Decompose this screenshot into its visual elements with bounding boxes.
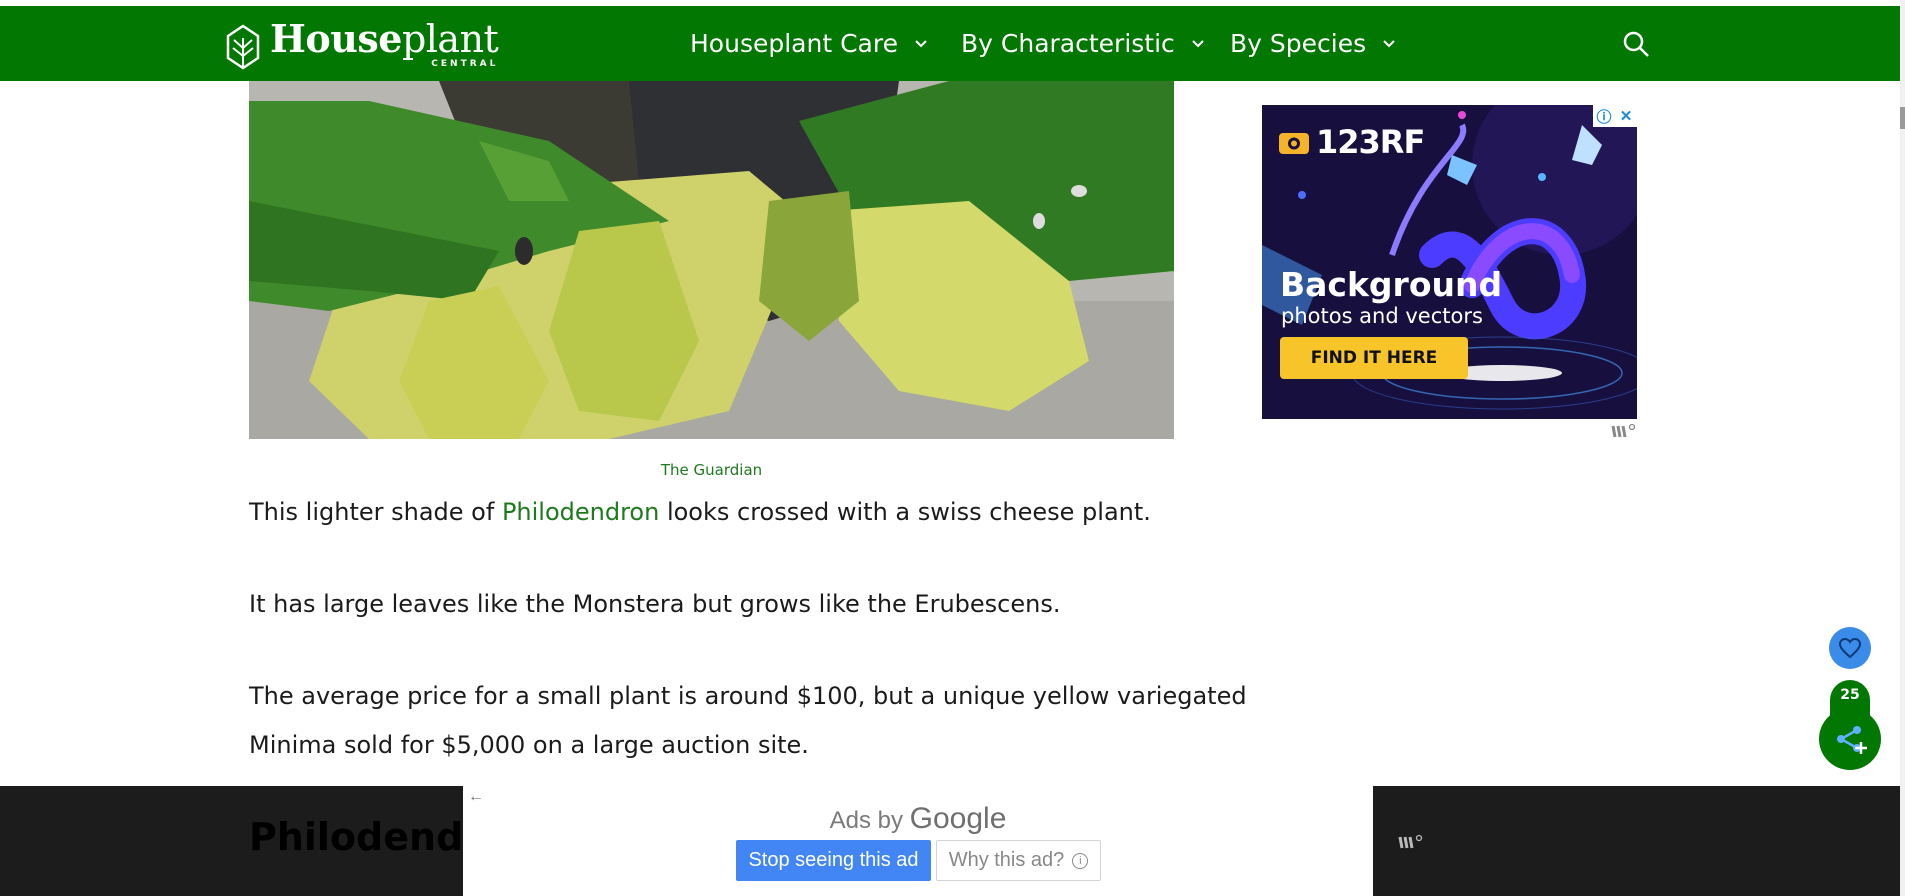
nav-by-characteristic[interactable]: By Characteristic	[961, 6, 1207, 81]
favorite-button[interactable]	[1829, 627, 1871, 669]
paragraph-text: This lighter shade of	[249, 498, 502, 526]
nav-by-species[interactable]: By Species	[1230, 6, 1398, 81]
plant-photo	[249, 81, 1174, 439]
why-this-ad-button[interactable]: Why this ad? i	[936, 840, 1101, 881]
nav-label: By Characteristic	[961, 29, 1175, 58]
ad-cta-button[interactable]: FIND IT HERE	[1280, 337, 1468, 379]
share-icon	[1837, 726, 1867, 754]
stop-seeing-ad-button[interactable]: Stop seeing this ad	[736, 840, 931, 881]
site-logo[interactable]: Houseplant CENTRAL	[224, 17, 499, 70]
logo-subtitle: CENTRAL	[431, 59, 499, 69]
ad-headline: Background	[1280, 265, 1503, 304]
article-paragraph-2: It has large leaves like the Monstera bu…	[249, 590, 1061, 618]
site-header: Houseplant CENTRAL Houseplant Care By Ch…	[0, 6, 1900, 81]
image-credit[interactable]: The Guardian	[249, 461, 1174, 479]
ad-brand-name: 123RF	[1316, 123, 1425, 161]
page-root: Houseplant CENTRAL Houseplant Care By Ch…	[0, 0, 1905, 896]
ad-controls: ⓘ ✕	[1593, 105, 1637, 127]
article-paragraph-3-line-2: Minima sold for $5,000 on a large auctio…	[249, 731, 809, 759]
ads-by-label: Ads by	[829, 807, 903, 834]
logo-text-light: plant	[401, 17, 499, 61]
info-icon[interactable]: ⓘ	[1593, 105, 1615, 127]
ad-network-icon	[1611, 423, 1636, 438]
heart-icon	[1838, 637, 1862, 659]
camera-icon	[1279, 133, 1309, 154]
ad-brand: 123RF	[1278, 123, 1425, 161]
scrollbar-thumb[interactable]	[1900, 107, 1905, 129]
google-wordmark: Google	[909, 802, 1007, 835]
article-hero-image	[249, 81, 1174, 439]
leaf-logo-icon	[226, 24, 260, 70]
scrollbar-track[interactable]	[1900, 0, 1905, 896]
why-this-ad-label: Why this ad?	[948, 849, 1065, 871]
paragraph-text: looks crossed with a swiss cheese plant.	[659, 498, 1151, 526]
ads-by-google: Ads by Google	[463, 802, 1373, 836]
search-icon[interactable]	[1622, 30, 1650, 58]
ad-subline: photos and vectors	[1281, 304, 1483, 328]
nav-houseplant-care[interactable]: Houseplant Care	[690, 6, 930, 81]
chevron-down-icon	[915, 39, 927, 47]
article-paragraph-3-line-1: The average price for a small plant is a…	[249, 682, 1247, 710]
sidebar-ad[interactable]: 123RF Background photos and vectors FIND…	[1262, 105, 1637, 419]
share-count: 25	[1840, 687, 1860, 703]
close-icon[interactable]: ✕	[1615, 105, 1637, 127]
nav-label: By Species	[1230, 29, 1367, 58]
article-paragraph-1: This lighter shade of Philodendron looks…	[249, 488, 1151, 537]
chevron-down-icon	[1383, 39, 1395, 47]
philodendron-link[interactable]: Philodendron	[502, 498, 659, 526]
logo-text-bold: House	[270, 16, 402, 61]
chevron-down-icon	[1192, 39, 1204, 47]
nav-label: Houseplant Care	[690, 29, 898, 58]
share-button[interactable]	[1819, 708, 1881, 770]
logo-text: Houseplant CENTRAL	[270, 17, 499, 69]
ad-network-icon	[1398, 834, 1423, 849]
info-icon: i	[1072, 852, 1089, 869]
